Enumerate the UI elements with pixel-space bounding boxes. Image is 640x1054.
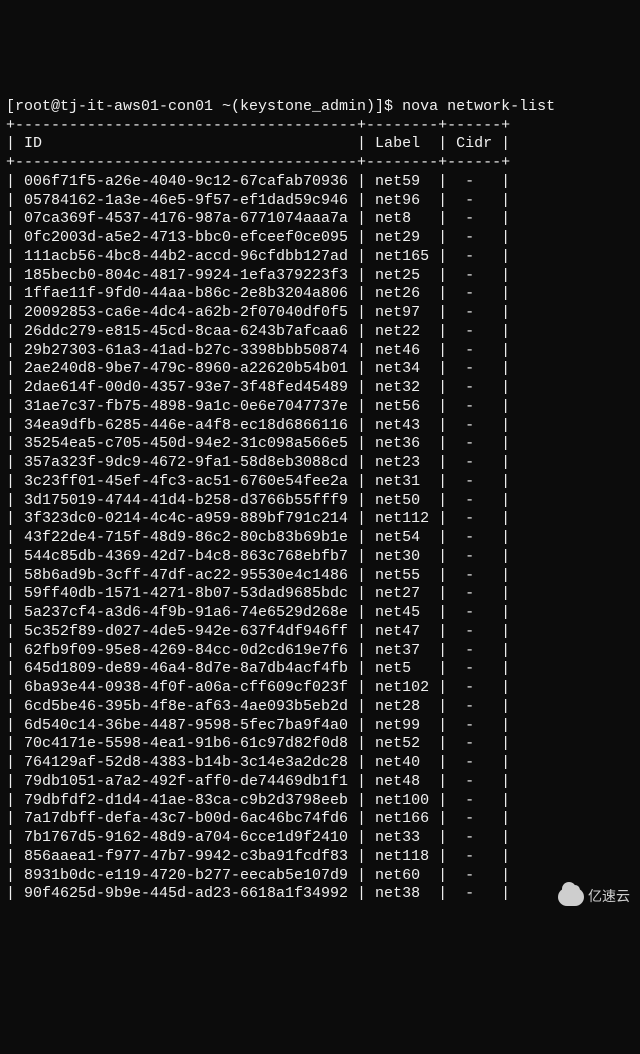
prompt-line: [root@tj-it-aws01-con01 ~(keystone_admin… [6,98,555,115]
cloud-icon [558,888,584,906]
command-text: nova network-list [402,98,555,115]
terminal-output: [root@tj-it-aws01-con01 ~(keystone_admin… [6,79,634,923]
ascii-table: +--------------------------------------+… [6,117,634,905]
watermark: 亿速云 [558,888,630,906]
watermark-text: 亿速云 [588,888,630,906]
prompt-prefix: [root@tj-it-aws01-con01 ~(keystone_admin… [6,98,402,115]
